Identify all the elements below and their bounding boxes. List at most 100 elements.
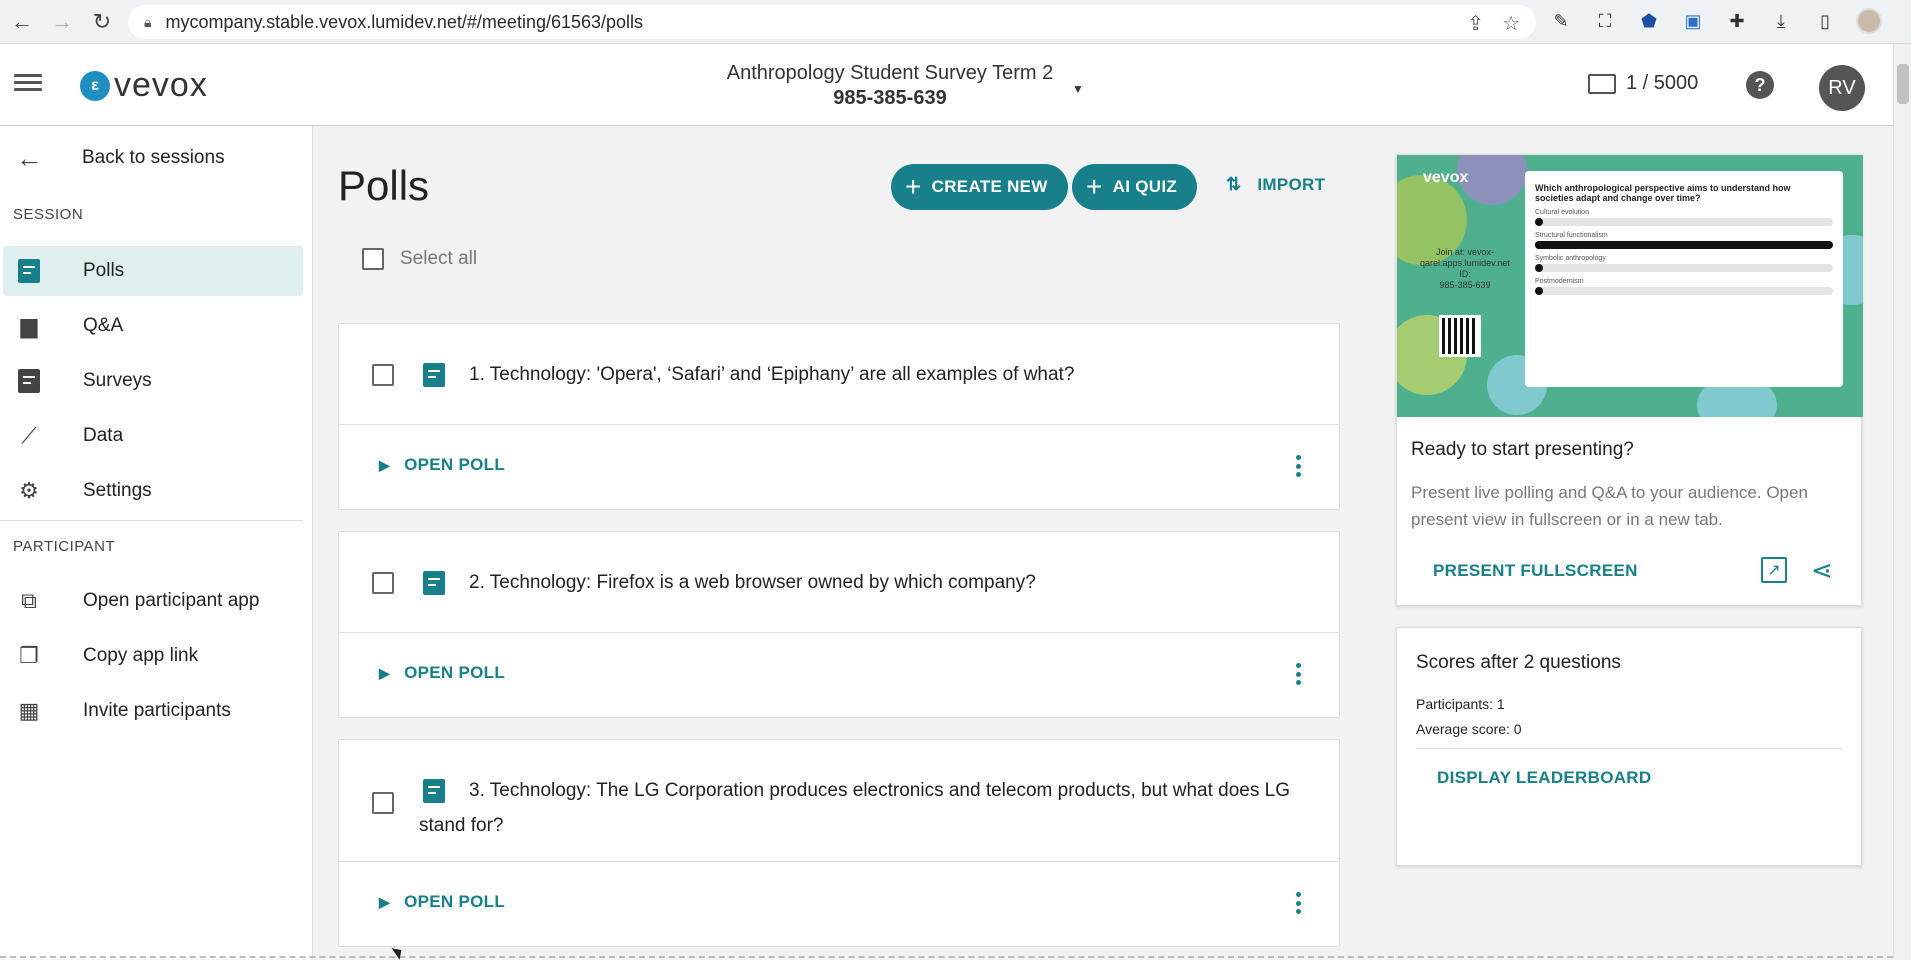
copy-icon: ❐ bbox=[19, 643, 39, 668]
poll-footer: ▶ OPEN POLL bbox=[339, 425, 1339, 509]
bookmark-star-icon[interactable]: ☆ bbox=[1502, 11, 1520, 36]
page-title: Polls bbox=[338, 162, 430, 209]
slide-question: Which anthropological perspective aims t… bbox=[1535, 183, 1791, 203]
open-poll-button[interactable]: ▶ OPEN POLL bbox=[379, 892, 505, 912]
preview-join-info: Join at: vevox-qarel.apps.lumidev.net ID… bbox=[1420, 247, 1510, 290]
arrow-left-icon: ← bbox=[16, 142, 42, 173]
forward-arrow-icon[interactable]: → bbox=[44, 4, 80, 40]
more-options-icon[interactable] bbox=[1295, 663, 1301, 685]
reload-icon[interactable]: ↻ bbox=[84, 4, 120, 40]
poll-checkbox[interactable] bbox=[372, 792, 394, 814]
slide-bar bbox=[1535, 241, 1833, 249]
scrollbar-thumb[interactable] bbox=[1897, 64, 1909, 104]
select-all-checkbox[interactable] bbox=[362, 248, 384, 270]
poll-icon bbox=[15, 257, 43, 285]
sidebar-item-invite-participants[interactable]: ▦ Invite participants bbox=[3, 686, 303, 736]
more-options-icon[interactable] bbox=[1295, 892, 1301, 914]
poll-card: 3. Technology: The LG Corporation produc… bbox=[338, 739, 1340, 947]
session-code: 985-385-639 bbox=[833, 87, 947, 109]
sidebar-item-surveys[interactable]: Surveys bbox=[3, 356, 303, 406]
sidebar-item-copy-app-link[interactable]: ❐ Copy app link bbox=[3, 631, 303, 681]
slide-bar bbox=[1535, 287, 1833, 295]
page-scrollbar[interactable] bbox=[1893, 44, 1911, 959]
extensions-area: ✎ ⛶ ⬟ ▣ ✚ ⤓ ▯ bbox=[1548, 8, 1882, 34]
preview-slide: Which anthropological perspective aims t… bbox=[1525, 171, 1843, 387]
gear-icon: ⚙ bbox=[19, 478, 39, 503]
poll-icon bbox=[423, 571, 445, 595]
display-leaderboard-button[interactable]: DISPLAY LEADERBOARD bbox=[1437, 768, 1651, 788]
presentation-preview-image[interactable]: vevox Join at: vevox-qarel.apps.lumidev.… bbox=[1397, 155, 1863, 417]
qr-code bbox=[1439, 315, 1481, 357]
save-extension-icon[interactable]: ▣ bbox=[1680, 8, 1706, 34]
chart-line-icon: ⟋ bbox=[21, 423, 37, 448]
page-edge bbox=[0, 956, 1893, 958]
create-new-button[interactable]: + CREATE NEW bbox=[891, 164, 1068, 210]
poll-card: 1. Technology: 'Opera', ‘Safari’ and ‘Ep… bbox=[338, 323, 1340, 510]
ai-quiz-button[interactable]: + AI QUIZ bbox=[1072, 164, 1198, 210]
menu-icon[interactable] bbox=[14, 70, 42, 98]
scores-card: Scores after 2 questions Participants: 1… bbox=[1396, 627, 1862, 866]
sidebar-item-qa[interactable]: ▆ Q&A bbox=[3, 301, 303, 351]
poll-question: 2. Technology: Firefox is a web browser … bbox=[469, 572, 1036, 593]
scores-average: Average score: 0 bbox=[1416, 721, 1522, 737]
poll-question: 1. Technology: 'Opera', ‘Safari’ and ‘Ep… bbox=[469, 364, 1075, 385]
browser-profile-avatar[interactable] bbox=[1856, 8, 1882, 34]
shield-extension-icon[interactable]: ⬟ bbox=[1636, 8, 1662, 34]
scores-title: Scores after 2 questions bbox=[1416, 652, 1621, 673]
address-bar[interactable]: 🔒︎ mycompany.stable.vevox.lumidev.net/#/… bbox=[128, 5, 1536, 39]
poll-footer: ▶ OPEN POLL bbox=[339, 633, 1339, 717]
present-preview-card: vevox Join at: vevox-qarel.apps.lumidev.… bbox=[1396, 154, 1863, 606]
session-selector[interactable]: Anthropology Student Survey Term 2 985-3… bbox=[700, 62, 1080, 110]
back-to-sessions-link[interactable]: ← Back to sessions bbox=[0, 136, 313, 180]
sidebar-item-data[interactable]: ⟋ Data bbox=[3, 411, 303, 461]
poll-question: 3. Technology: The LG Corporation produc… bbox=[419, 780, 1290, 836]
ready-description: Present live polling and Q&A to your aud… bbox=[1411, 483, 1808, 529]
open-poll-button[interactable]: ▶ OPEN POLL bbox=[379, 663, 505, 683]
sidebar-item-settings[interactable]: ⚙ Settings bbox=[3, 466, 303, 516]
poll-checkbox[interactable] bbox=[372, 364, 394, 386]
play-icon: ▶ bbox=[379, 456, 391, 473]
open-external-icon: ⧉ bbox=[21, 588, 37, 613]
poll-card: 2. Technology: Firefox is a web browser … bbox=[338, 531, 1340, 718]
sidebar-item-open-participant-app[interactable]: ⧉ Open participant app bbox=[3, 576, 303, 626]
ready-title: Ready to start presenting? bbox=[1411, 439, 1634, 460]
vevox-logo: ε vevox bbox=[80, 66, 208, 105]
sidebar-divider bbox=[0, 520, 303, 521]
calendar-icon: ▦ bbox=[18, 698, 40, 723]
present-fullscreen-button[interactable]: PRESENT FULLSCREEN bbox=[1433, 561, 1638, 581]
poll-header[interactable]: 3. Technology: The LG Corporation produc… bbox=[339, 740, 1339, 862]
app-header: ε vevox Anthropology Student Survey Term… bbox=[0, 44, 1893, 126]
share-page-icon[interactable]: ⇪ bbox=[1467, 11, 1484, 36]
import-arrows-icon: ⇅ bbox=[1226, 174, 1242, 194]
puzzle-extensions-icon[interactable]: ✚ bbox=[1724, 8, 1750, 34]
more-options-icon[interactable] bbox=[1295, 455, 1301, 477]
open-poll-button[interactable]: ▶ OPEN POLL bbox=[379, 455, 505, 475]
screenshot-extension-icon[interactable]: ⛶ bbox=[1592, 8, 1618, 34]
play-icon: ▶ bbox=[379, 664, 391, 681]
open-new-tab-icon[interactable]: ↗ bbox=[1761, 557, 1787, 583]
session-section-label: SESSION bbox=[13, 206, 84, 223]
poll-footer: ▶ OPEN POLL bbox=[339, 862, 1339, 946]
help-icon[interactable]: ? bbox=[1746, 71, 1774, 99]
sidebar: ← Back to sessions SESSION Polls ▆ Q&A S… bbox=[0, 126, 313, 959]
lock-icon: 🔒︎ bbox=[144, 13, 152, 30]
back-arrow-icon[interactable]: ← bbox=[4, 4, 40, 40]
pen-extension-icon[interactable]: ✎ bbox=[1548, 8, 1574, 34]
sidebar-item-polls[interactable]: Polls bbox=[3, 246, 303, 296]
poll-checkbox[interactable] bbox=[372, 572, 394, 594]
download-icon[interactable]: ⤓ bbox=[1768, 8, 1794, 34]
poll-header[interactable]: 1. Technology: 'Opera', ‘Safari’ and ‘Ep… bbox=[339, 324, 1339, 425]
slide-bar bbox=[1535, 218, 1833, 226]
poll-header[interactable]: 2. Technology: Firefox is a web browser … bbox=[339, 532, 1339, 633]
plus-icon: + bbox=[1086, 171, 1103, 202]
caret-down-icon[interactable]: ▼ bbox=[1072, 82, 1084, 96]
share-icon[interactable]: ⋖ bbox=[1811, 555, 1833, 586]
session-name: Anthropology Student Survey Term 2 bbox=[726, 62, 1054, 84]
select-all[interactable]: Select all bbox=[362, 248, 477, 270]
slide-bar bbox=[1535, 264, 1833, 272]
logo-mark-icon: ε bbox=[80, 70, 110, 101]
sidebar-toggle-icon[interactable]: ▯ bbox=[1812, 8, 1838, 34]
participant-count: 1 / 5000 bbox=[1588, 72, 1698, 95]
import-button[interactable]: ⇅ IMPORT bbox=[1226, 174, 1325, 195]
user-avatar[interactable]: RV bbox=[1819, 65, 1865, 111]
